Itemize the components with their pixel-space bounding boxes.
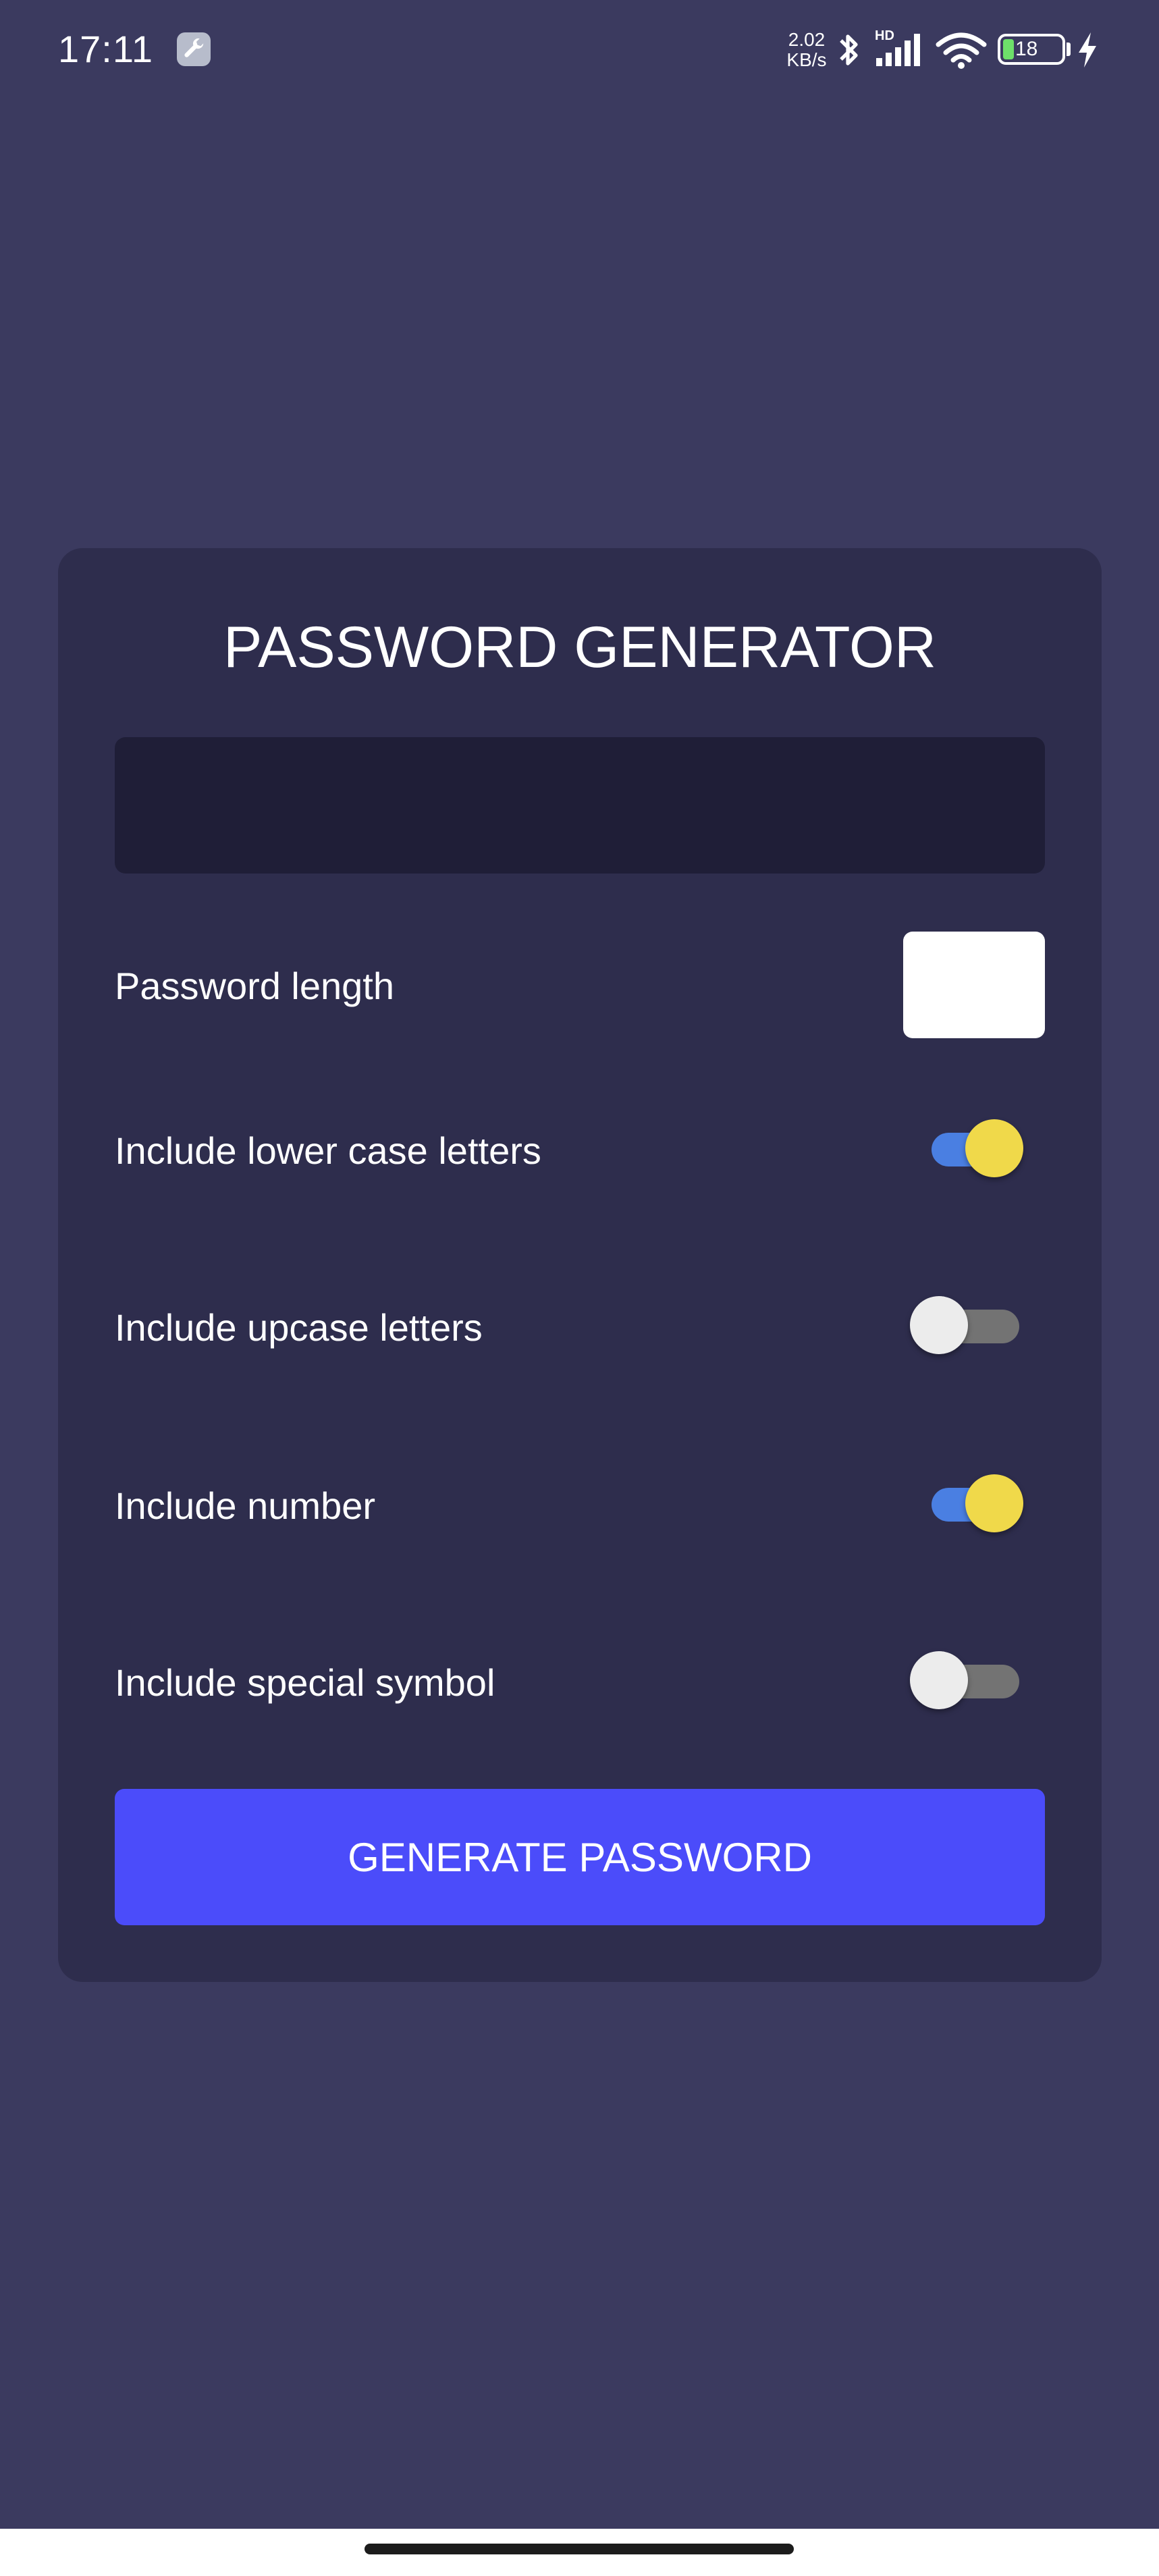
option-label-upcase: Include upcase letters <box>115 1306 483 1349</box>
option-label-lowercase: Include lower case letters <box>115 1129 541 1172</box>
option-label-number: Include number <box>115 1484 376 1527</box>
toggle-thumb <box>965 1474 1023 1532</box>
network-speed-value: 2.02 <box>788 29 826 50</box>
navigation-bar <box>0 2529 1159 2576</box>
wrench-icon <box>177 32 211 66</box>
signal-icon <box>876 34 920 66</box>
home-indicator[interactable] <box>365 2544 794 2554</box>
page-title: PASSWORD GENERATOR <box>223 615 937 680</box>
password-length-row: Password length <box>115 932 1045 1038</box>
number-toggle[interactable] <box>932 1474 1040 1535</box>
battery-fill <box>1003 39 1014 59</box>
password-generator-card: PASSWORD GENERATOR Password length Inclu… <box>58 548 1102 1982</box>
option-row-upcase: Include upcase letters <box>115 1285 1045 1366</box>
app-screen: 17:11 2.02 KB/s HD 18 PASSWORD GENERATOR… <box>0 0 1159 2576</box>
wifi-icon <box>936 32 987 69</box>
upcase-toggle[interactable] <box>910 1296 1019 1357</box>
toggle-thumb <box>965 1119 1023 1177</box>
option-row-lowercase: Include lower case letters <box>115 1108 1045 1189</box>
status-time: 17:11 <box>58 28 153 70</box>
toggle-thumb <box>910 1296 968 1354</box>
password-length-label: Password length <box>115 965 395 1007</box>
password-length-input[interactable] <box>903 932 1045 1038</box>
option-row-number: Include number <box>115 1464 1045 1545</box>
symbol-toggle[interactable] <box>910 1651 1019 1712</box>
lowercase-toggle[interactable] <box>932 1119 1040 1180</box>
battery-tip <box>1067 43 1071 56</box>
option-label-symbol: Include special symbol <box>115 1661 495 1704</box>
network-speed: 2.02 KB/s <box>783 30 830 70</box>
bluetooth-icon <box>840 34 858 65</box>
battery-level: 18 <box>1015 38 1038 60</box>
battery-icon: 18 <box>998 34 1065 65</box>
status-bar: 17:11 2.02 KB/s HD 18 <box>0 0 1159 101</box>
charging-icon <box>1079 32 1096 68</box>
generate-password-button[interactable]: GENERATE PASSWORD <box>115 1789 1045 1925</box>
password-output-field[interactable] <box>115 737 1045 874</box>
option-row-symbol: Include special symbol <box>115 1640 1045 1721</box>
toggle-thumb <box>910 1651 968 1709</box>
network-speed-unit: KB/s <box>786 49 827 70</box>
